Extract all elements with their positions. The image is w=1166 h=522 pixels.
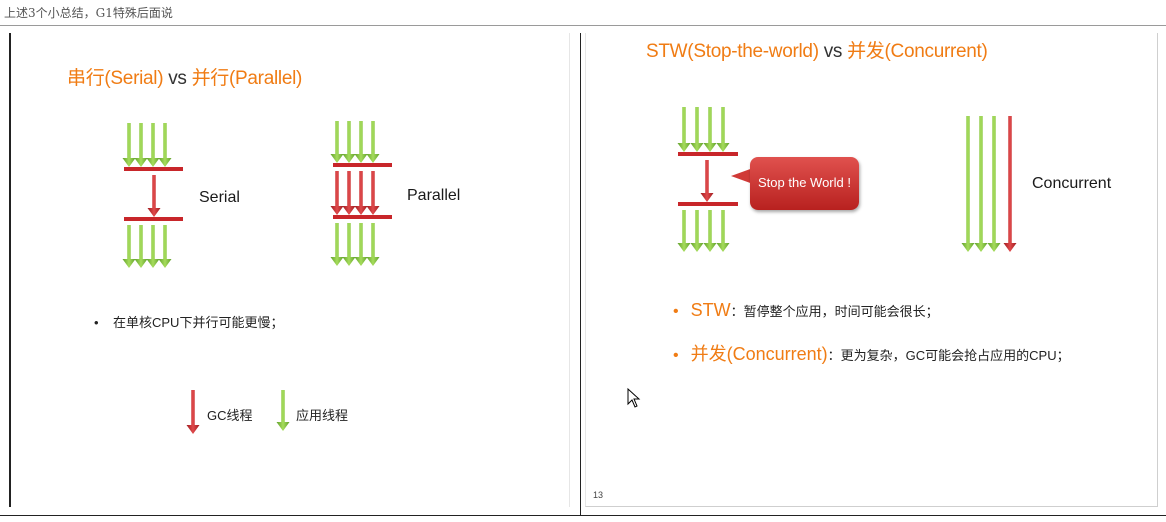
caption-text: 上述3个小总结，G1特殊后面说 — [4, 6, 173, 20]
app-thread-arrow-icon — [146, 225, 160, 268]
gc-thread-arrow-icon — [1003, 116, 1017, 252]
app-thread-arrow-icon — [276, 390, 290, 431]
safepoint-bar — [678, 202, 738, 206]
concurrent-label: Concurrent — [1032, 175, 1112, 192]
serial-parallel-diagram — [122, 121, 392, 434]
safepoint-bar — [124, 217, 183, 221]
app-thread-arrow-icon — [677, 210, 691, 252]
app-thread-arrow-icon — [354, 223, 368, 266]
gc-thread-arrow-icon — [700, 160, 714, 202]
mouse-cursor-icon — [627, 387, 641, 408]
app-thread-arrow-icon — [330, 121, 344, 163]
app-thread-arrow-icon — [366, 223, 380, 266]
bullet-keyword: 并发(Concurrent) — [690, 344, 828, 364]
legend-gc-label: GC线程 — [207, 408, 253, 423]
bullet-dot: • — [673, 347, 679, 364]
app-thread-arrow-icon — [122, 225, 136, 268]
app-thread-arrow-icon — [690, 210, 704, 252]
app-thread-arrow-icon — [987, 116, 1001, 252]
app-thread-arrow-icon — [716, 107, 730, 152]
caption-bar: 上述3个小总结，G1特殊后面说 — [0, 0, 1166, 26]
legend-app-label: 应用线程 — [296, 408, 349, 423]
app-thread-arrow-icon — [342, 121, 356, 163]
app-thread-arrow-icon — [342, 223, 356, 266]
parallel-label: Parallel — [407, 187, 461, 204]
app-thread-arrow-icon — [122, 123, 136, 167]
app-thread-arrow-icon — [961, 116, 975, 252]
app-thread-arrow-icon — [330, 223, 344, 266]
bullet-text: ：暂停整个应用，时间可能会很长； — [730, 304, 939, 319]
safepoint-bar — [678, 152, 738, 156]
bullet-text: 在单核CPU下并行可能更慢； — [113, 315, 284, 330]
bullet-item-concurrent: • 并发(Concurrent)：更为复杂，GC可能会抢占应用的CPU； — [673, 340, 1070, 366]
gc-thread-arrow-icon — [342, 171, 356, 215]
page-number: 13 — [593, 490, 604, 500]
bullet-text: ：更为复杂，GC可能会抢占应用的CPU； — [827, 348, 1070, 363]
app-thread-arrow-icon — [703, 210, 717, 252]
app-thread-arrow-icon — [146, 123, 160, 167]
app-thread-arrow-icon — [366, 121, 380, 163]
serial-label: Serial — [199, 189, 240, 206]
app-thread-arrow-icon — [677, 107, 691, 152]
gc-thread-arrow-icon — [186, 390, 200, 434]
app-thread-arrow-icon — [354, 121, 368, 163]
bullet-item: • 在单核CPU下并行可能更慢； — [94, 312, 283, 331]
app-thread-arrow-icon — [134, 123, 148, 167]
bubble-text: Stop the World ! — [758, 175, 851, 190]
app-thread-arrow-icon — [703, 107, 717, 152]
gc-thread-arrow-icon — [354, 171, 368, 215]
app-thread-arrow-icon — [158, 225, 172, 268]
safepoint-bar — [333, 215, 392, 219]
divider-line — [580, 33, 581, 516]
app-thread-arrow-icon — [716, 210, 730, 252]
stw-concurrent-diagram — [677, 107, 1017, 252]
bullet-dot: • — [673, 303, 679, 320]
gc-thread-arrow-icon — [330, 171, 344, 215]
bottom-border — [0, 515, 1166, 516]
bullet-item-stw: • STW：暂停整个应用，时间可能会很长； — [673, 300, 939, 321]
safepoint-bar — [124, 167, 183, 171]
app-thread-arrow-icon — [158, 123, 172, 167]
slide-stw-vs-concurrent: STW(Stop-the-world) vs 并发(Concurrent) St… — [585, 33, 1158, 507]
gc-thread-arrow-icon — [147, 175, 161, 217]
safepoint-bar — [333, 163, 392, 167]
app-thread-arrow-icon — [690, 107, 704, 152]
bullet-keyword: STW — [690, 300, 731, 320]
app-thread-arrow-icon — [974, 116, 988, 252]
app-thread-arrow-icon — [134, 225, 148, 268]
slide-serial-vs-parallel: 串行(Serial) vs 并行(Parallel) Serial Parall… — [9, 33, 570, 507]
gc-thread-arrow-icon — [366, 171, 380, 215]
stop-the-world-bubble: Stop the World ! — [750, 157, 859, 210]
bullet-dot: • — [94, 315, 113, 330]
